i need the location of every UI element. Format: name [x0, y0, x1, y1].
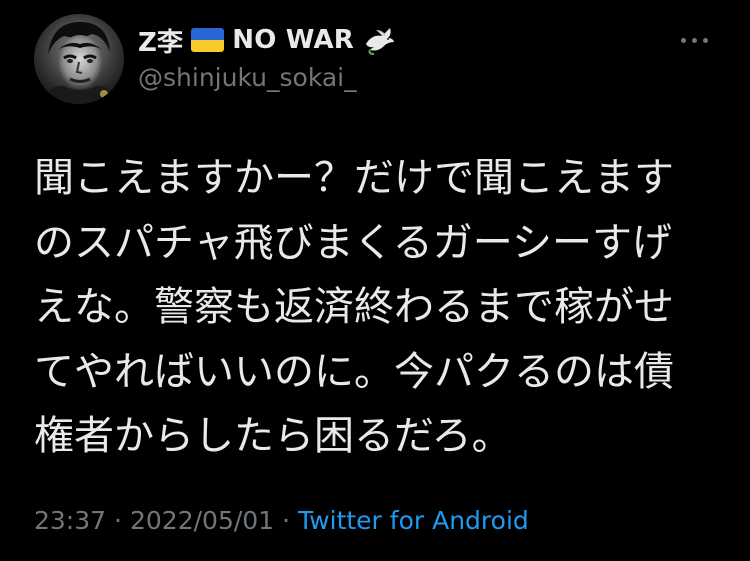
tweet-time[interactable]: 23:37: [34, 506, 106, 535]
meta-separator: ·: [114, 505, 122, 535]
tweet-date[interactable]: 2022/05/01: [130, 506, 274, 535]
ukraine-flag-icon: [191, 28, 225, 52]
avatar-image: [34, 14, 124, 104]
tweet-text-line: えな。警察も返済終わるまで稼がせ: [34, 284, 674, 330]
tweet-text: 聞こえますかー？だけで聞こえます のスパチャ飛びまくるガーシーすげ えな。警察も…: [34, 146, 724, 469]
user-handle[interactable]: @shinjuku_sokai_: [138, 63, 357, 92]
more-options-icon[interactable]: [670, 28, 718, 52]
avatar[interactable]: [34, 14, 124, 104]
tweet-source-link[interactable]: Twitter for Android: [298, 506, 529, 535]
tweet-meta: 23:37 · 2022/05/01 · Twitter for Android: [34, 502, 529, 538]
display-name-prefix[interactable]: Z李: [138, 22, 183, 59]
user-name-row[interactable]: Z李 NO WAR: [138, 22, 396, 58]
dove-icon: [366, 28, 395, 55]
tweet-text-line: 聞こえますかー？だけで聞こえます: [34, 155, 674, 201]
tweet-detail: Z李 NO WAR @shinjuku_sokai_ 聞こえますかー？だけで聞こ…: [0, 0, 750, 561]
tweet-text-line: てやればいいのに。今パクるのは債: [34, 348, 674, 395]
meta-separator: ·: [282, 505, 291, 535]
tweet-text-line: のスパチャ飛びまくるガーシーすげ: [34, 219, 672, 266]
display-name-suffix[interactable]: NO WAR: [232, 25, 354, 55]
tweet-text-line: 権者からしたら困るだろ。: [34, 413, 512, 459]
